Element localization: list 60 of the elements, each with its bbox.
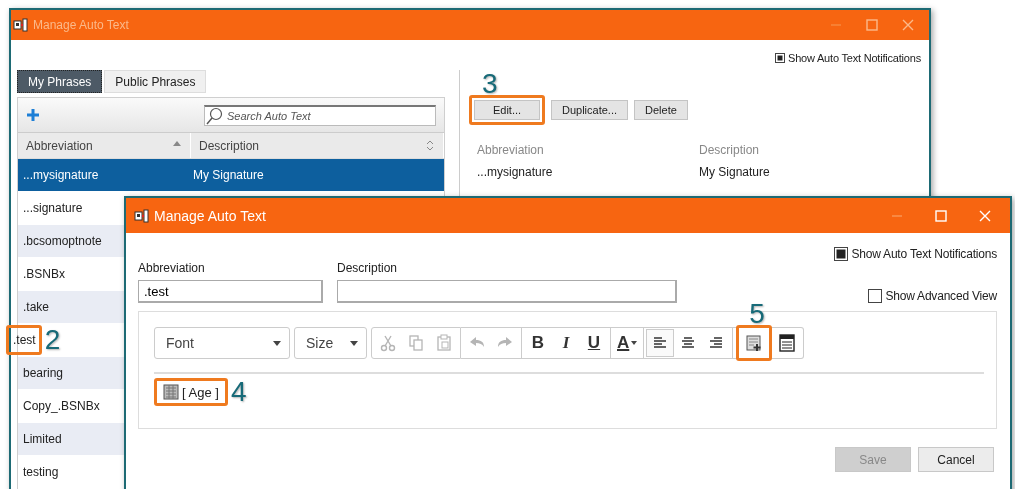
checkbox-label: Show Auto Text Notifications: [788, 52, 921, 64]
tab[interactable]: My Phrases: [17, 70, 103, 93]
app-icon[interactable]: [13, 18, 29, 32]
button[interactable]: Edit...: [474, 100, 540, 120]
insert-field-icon[interactable]: [745, 334, 764, 352]
field-icon[interactable]: [163, 384, 179, 400]
caret-icon[interactable]: [631, 341, 638, 345]
align-left-button[interactable]: [646, 329, 675, 357]
dropdown[interactable]: Font: [154, 327, 290, 359]
underline-button[interactable]: U: [580, 329, 608, 357]
checkbox[interactable]: [868, 289, 883, 303]
input-field[interactable]: .test: [138, 280, 323, 303]
table-cell-text: testing: [22, 465, 60, 479]
table-cell-text: .take: [22, 300, 50, 314]
dropdown[interactable]: Size: [294, 327, 367, 359]
field-value: My Signature: [699, 165, 771, 179]
field-label: Abbreviation: [477, 143, 545, 157]
field-label: Description: [337, 261, 399, 275]
column-header-label: Description: [199, 138, 260, 153]
step-number: 4: [230, 378, 247, 406]
table-cell-text: ...mysignature: [22, 168, 100, 182]
caret-icon[interactable]: [350, 340, 358, 346]
button[interactable]: Cancel: [918, 447, 994, 472]
caret-icon[interactable]: [273, 340, 281, 346]
checkbox[interactable]: [775, 53, 785, 63]
add-icon[interactable]: [26, 108, 40, 122]
column-header[interactable]: Description: [191, 133, 444, 158]
table-cell-text: ...signature: [22, 201, 84, 215]
auto-text-field[interactable]: [ Age ]: [159, 383, 223, 401]
search-icon[interactable]: [206, 106, 224, 125]
app-icon[interactable]: [134, 208, 150, 223]
button[interactable]: Duplicate...: [551, 100, 629, 120]
bold-button[interactable]: B: [524, 329, 552, 357]
checkbox[interactable]: [834, 247, 849, 261]
button[interactable]: Delete: [634, 100, 688, 120]
table-cell-text: bearing: [22, 366, 65, 380]
column-header[interactable]: Abbreviation: [18, 133, 191, 158]
sort-icon[interactable]: [425, 139, 435, 152]
table-cell-text: .bcsomoptnote: [22, 234, 103, 248]
step-number: 3: [482, 70, 498, 98]
table-row[interactable]: ...mysignature My Signature: [18, 159, 444, 192]
window-title: Manage Auto Text: [154, 207, 267, 224]
checkbox-label: Show Auto Text Notifications: [851, 247, 997, 261]
search-field[interactable]: Search Auto Text: [204, 104, 436, 126]
step-number: 5: [749, 300, 765, 328]
table-cell: .test: [13, 333, 36, 347]
column-header-label: Abbreviation: [26, 138, 93, 153]
field-label: Abbreviation: [138, 261, 206, 275]
table-cell-text: Limited: [22, 432, 63, 446]
checkbox-label: Show Advanced View: [885, 289, 997, 303]
table-cell: My Signature: [193, 168, 264, 182]
italic-button[interactable]: I: [552, 329, 580, 357]
tab[interactable]: Public Phrases: [104, 70, 207, 93]
table-cell-text: Copy_.BSNBx: [22, 399, 101, 413]
document-icon[interactable]: [778, 334, 797, 352]
field-label: Description: [699, 143, 761, 157]
window-title: Manage Auto Text: [33, 18, 130, 32]
step-number: 2: [44, 326, 61, 354]
input-field[interactable]: [337, 280, 677, 303]
field-value: ...mysignature: [477, 165, 554, 179]
